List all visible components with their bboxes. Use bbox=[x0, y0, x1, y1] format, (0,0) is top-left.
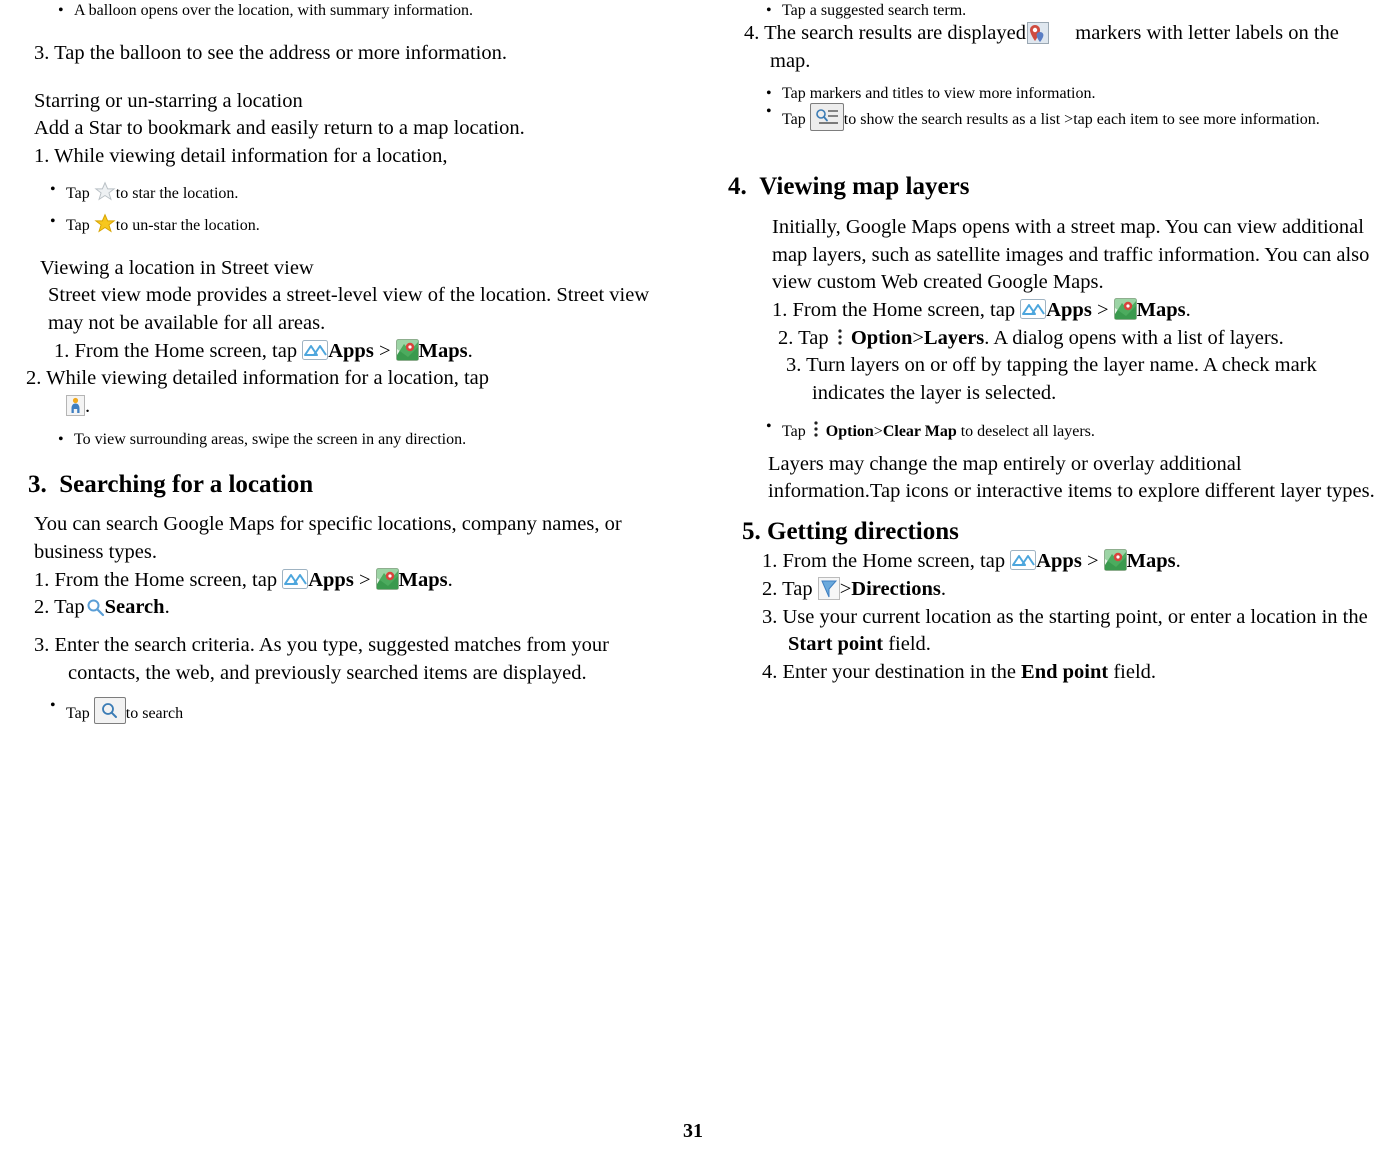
apps-grid-icon bbox=[1010, 550, 1037, 571]
list-item-suggested-term: Tap a suggested search term. bbox=[760, 2, 1376, 20]
search-step-3: 3. Enter the search criteria. As you typ… bbox=[34, 633, 609, 684]
search-magnifier-icon bbox=[85, 597, 105, 617]
layers-step-2: 2. Tap Option>Layers. A dialog opens wit… bbox=[778, 326, 1284, 349]
step-3-balloon: 3. Tap the balloon to see the address or… bbox=[34, 42, 507, 64]
street-view-description: Street view mode provides a street-level… bbox=[48, 284, 650, 335]
apps-grid-icon bbox=[282, 568, 309, 589]
balloon-summary-text: A balloon opens over the location, with … bbox=[74, 2, 474, 19]
list-item-surrounding: To view surrounding areas, swipe the scr… bbox=[52, 431, 686, 449]
street-view-step-2: 2. While viewing detailed information fo… bbox=[26, 367, 490, 390]
directions-arrow-icon bbox=[817, 577, 840, 601]
google-maps-icon bbox=[395, 338, 419, 361]
list-item-clear-map: Tap Option>Clear Map to deselect all lay… bbox=[760, 418, 1376, 441]
google-maps-icon bbox=[375, 567, 399, 590]
map-marker-icon bbox=[1027, 22, 1075, 44]
heading-street-view: Viewing a location in Street view bbox=[40, 256, 314, 279]
list-item: A balloon opens over the location, with … bbox=[52, 2, 686, 20]
section-4-heading: 4. Viewing map layers bbox=[728, 173, 970, 201]
directions-step-1: 1. From the Home screen, tap Apps > Maps… bbox=[762, 549, 1181, 573]
star-outline-icon bbox=[94, 181, 116, 202]
apps-grid-icon bbox=[1020, 298, 1047, 319]
google-maps-icon bbox=[1103, 549, 1127, 572]
list-item-markers-titles: Tap markers and titles to view more info… bbox=[760, 85, 1376, 103]
directions-step-2: 2. Tap >Directions. bbox=[762, 577, 946, 601]
search-step-2: 2. Tap Search. bbox=[34, 596, 170, 619]
layers-tail-paragraph: Layers may change the map entirely or ov… bbox=[768, 452, 1375, 503]
street-view-step-2-icon-line: . bbox=[66, 393, 686, 421]
search-step-1: 1. From the Home screen, tap Apps > Maps… bbox=[34, 567, 453, 591]
street-view-step-1: 1. From the Home screen, tap Apps > Maps… bbox=[54, 338, 473, 362]
google-maps-icon bbox=[1113, 297, 1137, 320]
left-column: A balloon opens over the location, with … bbox=[26, 0, 686, 725]
layers-step-3: 3. Turn layers on or off by tapping the … bbox=[786, 354, 1317, 404]
layers-description: Initially, Google Maps opens with a stre… bbox=[772, 215, 1370, 294]
document-page: A balloon opens over the location, with … bbox=[0, 0, 1386, 1153]
search-step-4: 4. The search results are displayed as m… bbox=[744, 22, 1339, 72]
page-number: 31 bbox=[683, 1120, 703, 1142]
star-filled-icon bbox=[94, 213, 116, 234]
list-view-icon bbox=[809, 103, 844, 132]
section-3-heading: 3. Searching for a location bbox=[28, 470, 314, 498]
list-item-unstar: Tap to un-star the location. bbox=[44, 213, 686, 235]
street-view-pegman-icon bbox=[66, 395, 85, 417]
starring-description: Add a Star to bookmark and easily return… bbox=[34, 117, 525, 140]
list-item-tap-search: Tap to search bbox=[44, 697, 686, 725]
more-options-vertical-dots-icon bbox=[834, 326, 846, 348]
directions-step-4: 4. Enter your destination in the End poi… bbox=[762, 661, 1157, 684]
search-description: You can search Google Maps for specific … bbox=[34, 513, 622, 563]
apps-grid-icon bbox=[302, 339, 329, 360]
layers-step-1: 1. From the Home screen, tap Apps > Maps… bbox=[772, 297, 1191, 321]
list-item-list-view: Tap to show the search results as a list… bbox=[760, 103, 1376, 132]
directions-step-3: 3. Use your current location as the star… bbox=[762, 605, 1368, 656]
more-options-vertical-dots-icon bbox=[810, 418, 822, 440]
search-button-icon bbox=[93, 697, 126, 725]
heading-starring: Starring or un-starring a location bbox=[34, 89, 303, 112]
right-column: Tap a suggested search term. 4. The sear… bbox=[716, 0, 1376, 687]
section-5-heading: 5. Getting directions bbox=[742, 517, 959, 545]
list-item-star: Tap to star the location. bbox=[44, 181, 686, 203]
starring-step-1: 1. While viewing detail information for … bbox=[34, 145, 448, 168]
